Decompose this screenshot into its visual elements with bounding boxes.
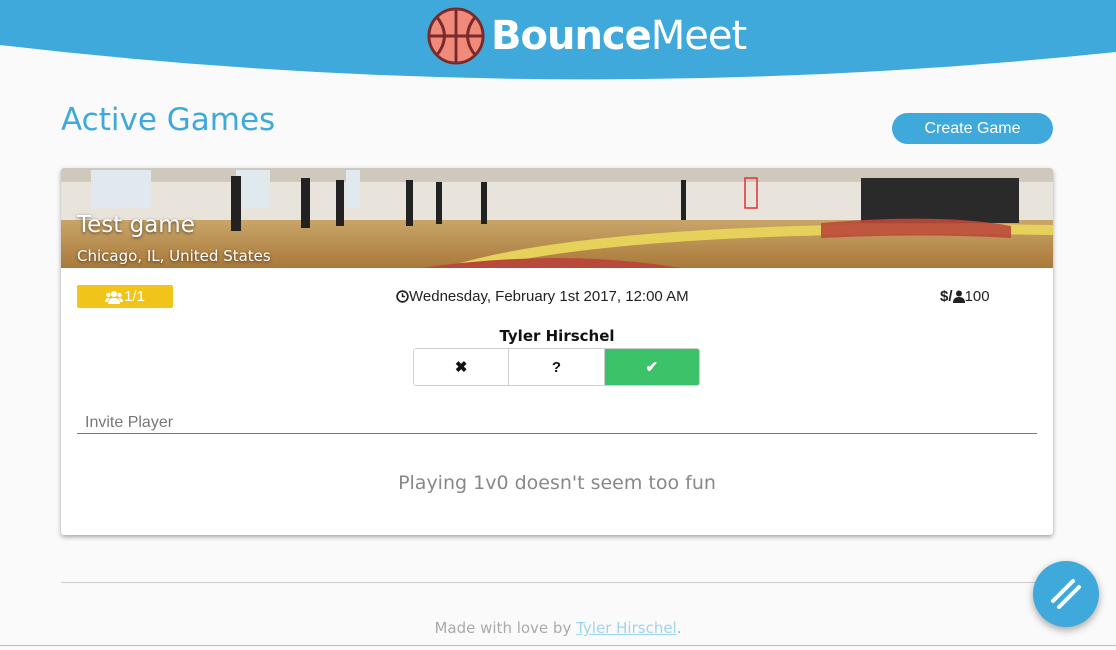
game-datetime-text: Wednesday, February 1st 2017, 12:00 AM [409, 288, 689, 305]
game-datetime: Wednesday, February 1st 2017, 12:00 AM [396, 288, 689, 305]
rsvp-no-button[interactable]: ✖ [414, 349, 510, 385]
game-cost: $/ 100 [940, 288, 990, 305]
footer: Made with love by Tyler Hirschel. [0, 619, 1116, 637]
players-badge: 1/1 [77, 285, 173, 308]
header: BounceMeet [0, 0, 1116, 80]
footer-prefix: Made with love by [434, 619, 577, 637]
create-game-button[interactable]: Create Game [892, 113, 1053, 144]
user-icon [952, 290, 965, 303]
footer-divider [61, 582, 1053, 583]
rsvp-maybe-button[interactable]: ? [509, 349, 605, 385]
game-card: Test game Chicago, IL, United States 1/1… [61, 168, 1053, 535]
basketball-icon [427, 7, 485, 65]
logo-text: BounceMeet [491, 13, 747, 59]
rsvp-yes-button[interactable]: ✔ [604, 349, 699, 385]
rsvp-player-name: Tyler Hirschel [499, 327, 615, 345]
logo[interactable]: BounceMeet [427, 6, 747, 66]
menu-fab-button[interactable] [1033, 561, 1099, 627]
footer-author-link[interactable]: Tyler Hirschel [576, 619, 677, 637]
cost-symbol: $/ [940, 288, 953, 305]
game-banner-image: Test game Chicago, IL, United States [61, 168, 1053, 268]
empty-players-message: Playing 1v0 doesn't seem too fun [398, 472, 716, 494]
bottom-border [0, 645, 1116, 646]
users-icon [105, 290, 124, 304]
game-name: Test game [77, 212, 195, 238]
clock-icon [396, 290, 409, 303]
menu-slashes-icon [1051, 579, 1081, 609]
footer-suffix: . [676, 619, 682, 637]
cost-value: 100 [964, 288, 990, 305]
game-location: Chicago, IL, United States [77, 247, 271, 265]
page-title: Active Games [61, 102, 276, 138]
players-count: 1/1 [124, 288, 145, 305]
invite-player-input[interactable] [77, 412, 1037, 434]
rsvp-toggle: ✖ ? ✔ [413, 348, 700, 386]
